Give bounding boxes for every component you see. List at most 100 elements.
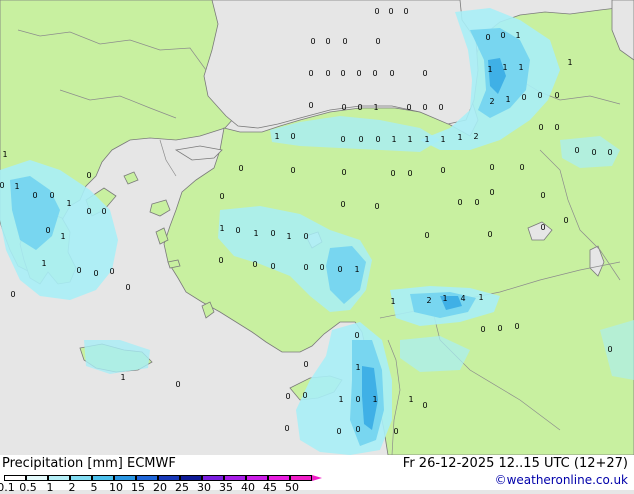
grid-value: 1 bbox=[60, 232, 65, 241]
grid-value: 1 bbox=[41, 259, 46, 268]
grid-value: 0 bbox=[374, 7, 379, 16]
grid-value: 1 bbox=[502, 63, 507, 72]
grid-value: 0 bbox=[252, 260, 257, 269]
scale-label: 15 bbox=[131, 481, 145, 494]
scale-label: 0.1 bbox=[0, 481, 15, 494]
scale-label: 2 bbox=[68, 481, 76, 494]
grid-value: 0 bbox=[440, 166, 445, 175]
grid-value: 0 bbox=[337, 265, 342, 274]
grid-value: 0 bbox=[540, 191, 545, 200]
grid-value: 0 bbox=[270, 229, 275, 238]
grid-value: 0 bbox=[10, 290, 15, 299]
grid-value: 1 bbox=[505, 95, 510, 104]
grid-value: 0 bbox=[49, 191, 54, 200]
grid-value: 0 bbox=[563, 216, 568, 225]
grid-value: 0 bbox=[340, 135, 345, 144]
scale-arrow-icon bbox=[312, 475, 322, 481]
grid-value: 0 bbox=[537, 91, 542, 100]
grid-value: 0 bbox=[591, 148, 596, 157]
grid-value: 0 bbox=[438, 103, 443, 112]
grid-value: 0 bbox=[354, 331, 359, 340]
grid-value: 0 bbox=[422, 401, 427, 410]
grid-value: 0 bbox=[303, 232, 308, 241]
grid-value: 0 bbox=[218, 256, 223, 265]
grid-value: 0 bbox=[109, 267, 114, 276]
grid-value: 0 bbox=[325, 37, 330, 46]
scale-label: 1 bbox=[46, 481, 54, 494]
grid-value: 0 bbox=[422, 103, 427, 112]
scale-label: 30 bbox=[197, 481, 211, 494]
grid-value: 0 bbox=[390, 169, 395, 178]
grid-value: 1 bbox=[2, 150, 7, 159]
grid-value: 0 bbox=[340, 69, 345, 78]
grid-value: 0 bbox=[607, 148, 612, 157]
grid-value: 0 bbox=[403, 7, 408, 16]
grid-value: 0 bbox=[175, 380, 180, 389]
grid-value: 0 bbox=[389, 69, 394, 78]
grid-value: 0 bbox=[86, 207, 91, 216]
grid-value: 1 bbox=[354, 265, 359, 274]
grid-value: 4 bbox=[460, 294, 465, 303]
grid-value: 1 bbox=[372, 395, 377, 404]
grid-value: 0 bbox=[336, 427, 341, 436]
grid-value: 0 bbox=[375, 135, 380, 144]
scale-label: 25 bbox=[175, 481, 189, 494]
grid-value: 0 bbox=[538, 123, 543, 132]
grid-value: 0 bbox=[341, 168, 346, 177]
grid-value: 0 bbox=[319, 263, 324, 272]
grid-value: 0 bbox=[372, 69, 377, 78]
grid-value: 1 bbox=[567, 58, 572, 67]
grid-value: 1 bbox=[407, 135, 412, 144]
grid-value: 0 bbox=[290, 166, 295, 175]
grid-value: 0 bbox=[474, 198, 479, 207]
grid-value: 1 bbox=[390, 297, 395, 306]
grid-value: 2 bbox=[426, 296, 431, 305]
grid-value: 0 bbox=[357, 103, 362, 112]
grid-value: 0 bbox=[32, 191, 37, 200]
grid-value: 0 bbox=[285, 392, 290, 401]
grid-value: 2 bbox=[473, 132, 478, 141]
grid-value: 1 bbox=[355, 363, 360, 372]
scale-label: 35 bbox=[219, 481, 233, 494]
credit-link[interactable]: ©weatheronline.co.uk bbox=[495, 473, 628, 487]
grid-value: 1 bbox=[253, 229, 258, 238]
grid-value: 0 bbox=[489, 163, 494, 172]
grid-value: 0 bbox=[340, 200, 345, 209]
grid-value: 0 bbox=[101, 207, 106, 216]
grid-value: 0 bbox=[514, 322, 519, 331]
grid-value: 0 bbox=[302, 391, 307, 400]
grid-value: 1 bbox=[120, 373, 125, 382]
grid-value: 0 bbox=[310, 37, 315, 46]
scale-label: 20 bbox=[153, 481, 167, 494]
grid-value: 0 bbox=[422, 69, 427, 78]
grid-value: 0 bbox=[457, 198, 462, 207]
grid-value: 0 bbox=[521, 93, 526, 102]
grid-value: 0 bbox=[342, 37, 347, 46]
valid-time: Fr 26-12-2025 12..15 UTC (12+27) bbox=[402, 456, 628, 471]
scale-label: 50 bbox=[285, 481, 299, 494]
grid-value: 0 bbox=[45, 226, 50, 235]
grid-value: 0 bbox=[238, 164, 243, 173]
grid-value: 0 bbox=[355, 395, 360, 404]
footer-bar: Precipitation [mm] ECMWF Fr 26-12-2025 1… bbox=[0, 455, 634, 494]
grid-value: 0 bbox=[540, 223, 545, 232]
grid-value: 0 bbox=[489, 188, 494, 197]
grid-value: 0 bbox=[500, 31, 505, 40]
grid-value: 0 bbox=[86, 171, 91, 180]
grid-value: 0 bbox=[219, 192, 224, 201]
grid-value: 1 bbox=[391, 135, 396, 144]
grid-value: 0 bbox=[375, 37, 380, 46]
grid-value: 0 bbox=[607, 345, 612, 354]
grid-value: 0 bbox=[356, 69, 361, 78]
grid-value: 1 bbox=[440, 135, 445, 144]
grid-value: 1 bbox=[274, 132, 279, 141]
grid-value: 0 bbox=[554, 91, 559, 100]
grid-value: 1 bbox=[408, 395, 413, 404]
grid-value: 0 bbox=[485, 33, 490, 42]
grid-value: 0 bbox=[374, 202, 379, 211]
grid-value: 1 bbox=[442, 294, 447, 303]
grid-value: 1 bbox=[14, 182, 19, 191]
grid-value: 0 bbox=[235, 226, 240, 235]
scale-label: 45 bbox=[263, 481, 277, 494]
grid-value: 1 bbox=[338, 395, 343, 404]
